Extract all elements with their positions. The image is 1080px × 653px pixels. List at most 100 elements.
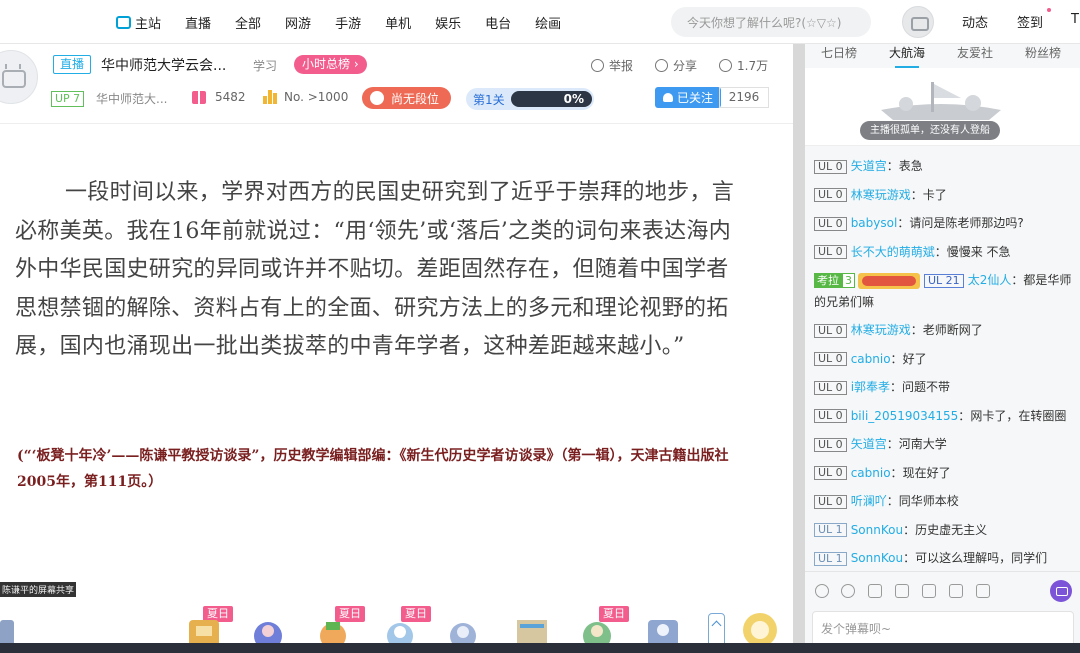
- screen-icon[interactable]: [922, 584, 936, 598]
- chat-username[interactable]: SonnKou: [851, 551, 903, 565]
- chat-colon: ：: [903, 551, 916, 565]
- chat-message: UL 0 i郭奉孝：问题不带: [805, 373, 1080, 402]
- edit-icon[interactable]: [949, 584, 963, 598]
- search-input[interactable]: 今天你想了解什么呢?(☆▽☆): [671, 7, 871, 37]
- user-level-badge: UL 0: [814, 409, 847, 423]
- chat-text: 问题不带: [902, 380, 951, 394]
- chat-colon: ：: [910, 187, 923, 202]
- user-level-badge: UL 0: [814, 323, 847, 338]
- rank-number: No. >1000: [284, 90, 349, 104]
- nav-item-all[interactable]: 全部: [235, 13, 261, 32]
- area-link[interactable]: 学习: [253, 57, 277, 74]
- chat-message: UL 0 林寒玩游戏：老师断网了: [805, 316, 1080, 345]
- level-progress[interactable]: 第1关 0%: [466, 88, 594, 110]
- resize-divider[interactable]: [793, 44, 805, 643]
- nav-item-single-player[interactable]: 单机: [385, 13, 411, 32]
- chat-colon: ：: [886, 437, 899, 451]
- ship-illustration: [881, 82, 1001, 120]
- settings-icon[interactable]: [868, 584, 882, 598]
- division-button[interactable]: 尚无段位: [362, 87, 451, 109]
- anchor-avatar[interactable]: [0, 50, 38, 104]
- palette-icon[interactable]: [841, 584, 855, 598]
- nav-item-mobile-games[interactable]: 手游: [335, 13, 361, 32]
- nav-item-home[interactable]: 主站: [116, 13, 161, 32]
- chat-username[interactable]: babysol: [851, 216, 898, 230]
- chat-message: UL 0 babysol：请问是陈老师那边吗?: [805, 209, 1080, 238]
- user-level-badge: UL 0: [814, 352, 847, 366]
- page-bottom-bar: [0, 643, 1080, 653]
- screen-share-tag: 陈谦平的屏幕共享: [0, 582, 77, 597]
- heart-icon: [662, 93, 673, 102]
- viewer-count: 1.7万: [719, 57, 768, 74]
- chat-username[interactable]: 林寒玩游戏: [851, 323, 911, 337]
- nav-item-live[interactable]: 直播: [185, 13, 211, 32]
- emoji-icon[interactable]: [815, 584, 829, 598]
- user-level-badge: UL 0: [814, 188, 847, 202]
- nav-item-online-games[interactable]: 网游: [285, 13, 311, 32]
- fan-medal[interactable]: 考拉: [814, 273, 842, 288]
- tab-fans[interactable]: 粉丝榜: [1009, 44, 1077, 68]
- nav-item-label: 主站: [135, 16, 162, 32]
- gift-count: 5482: [215, 90, 246, 104]
- gift-icon: [192, 90, 206, 104]
- chat-username[interactable]: bili_20519034155: [851, 409, 959, 423]
- chat-text: 历史虚无主义: [915, 522, 988, 537]
- level-percent: 0%: [563, 92, 584, 106]
- chat-message: UL 1 SonnKou：可以这么理解吗，同学们: [805, 544, 1080, 572]
- copy-icon[interactable]: [895, 584, 909, 598]
- tab-guild[interactable]: 友爱社: [941, 44, 1009, 68]
- report-button[interactable]: 举报: [591, 57, 633, 74]
- user-level-badge: UL 21: [924, 273, 964, 288]
- report-label: 举报: [609, 59, 634, 73]
- chat-username[interactable]: cabnio: [851, 352, 891, 366]
- title-badge-icon: [858, 272, 920, 289]
- user-level-badge: UL 0: [814, 216, 847, 231]
- chat-username[interactable]: SonnKou: [851, 523, 903, 537]
- chat-username[interactable]: 太2仙人: [968, 273, 1012, 287]
- chat-text: 网卡了，在转圈圈: [970, 408, 1067, 423]
- video-player[interactable]: 一段时间以来，学界对西方的民国史研究到了近乎于崇拜的地步，言必称美英。我在16年…: [0, 125, 793, 653]
- chat-message: UL 0 矢道宫：表急: [805, 152, 1080, 181]
- nav-item-radio[interactable]: 电台: [485, 13, 511, 32]
- nav-sign-in[interactable]: 签到: [1017, 12, 1043, 31]
- tab-weekly[interactable]: 七日榜: [805, 44, 873, 68]
- chat-username[interactable]: cabnio: [851, 466, 891, 480]
- nav-menu: 主站 直播 全部 网游 手游 单机 娱乐 电台 绘画: [116, 0, 585, 44]
- division-label: 尚无段位: [391, 91, 440, 106]
- rank-stat[interactable]: No. >1000: [263, 90, 348, 104]
- chat-bubble-icon[interactable]: [1050, 580, 1072, 602]
- user-avatar[interactable]: [902, 6, 934, 38]
- nav-more[interactable]: T: [1071, 12, 1079, 27]
- chat-colon: ：: [890, 351, 903, 366]
- nav-dynamics[interactable]: 动态: [962, 12, 988, 31]
- chat-username[interactable]: 矢道宫: [851, 159, 887, 173]
- up-name[interactable]: 华中师范大...: [96, 90, 167, 107]
- chat-username[interactable]: 林寒玩游戏: [851, 188, 911, 202]
- up-level-badge: UP 7: [51, 91, 85, 107]
- room-header: 直播 华中师范大学云会... 学习 小时总榜 › 举报 分享 1.7万 UP 7…: [0, 44, 793, 124]
- user-level-badge: UL 0: [814, 466, 847, 480]
- chat-username[interactable]: i郭奉孝: [851, 380, 890, 394]
- share-button[interactable]: 分享: [655, 57, 697, 74]
- viewer-count-value: 1.7万: [737, 59, 769, 73]
- user-level-badge: UL 0: [814, 245, 847, 259]
- nav-item-entertainment[interactable]: 娱乐: [435, 13, 461, 32]
- chat-message: 考拉 3 UL 21 太2仙人：都是华师的兄弟们嘛: [805, 266, 1080, 316]
- people-icon: [719, 59, 732, 72]
- nav-item-painting[interactable]: 绘画: [535, 13, 561, 32]
- chat-text: 请问是陈老师那边吗?: [909, 216, 1024, 230]
- tab-guard[interactable]: 大航海: [873, 44, 941, 68]
- chat-text: 卡了: [922, 187, 947, 202]
- guard-empty-state: 主播很孤单，还没有人登船: [805, 68, 1080, 146]
- chat-username[interactable]: 听澜吖: [851, 494, 887, 508]
- bar-chart-icon: [263, 90, 278, 104]
- follow-button[interactable]: 已关注: [655, 87, 721, 108]
- user-level-badge: UL 0: [814, 380, 847, 395]
- user-level-badge: UL 0: [814, 494, 847, 509]
- chat-colon: ：: [934, 244, 947, 259]
- chat-username[interactable]: 矢道宫: [851, 437, 887, 451]
- user-level-badge: UL 1: [814, 523, 847, 537]
- chat-link-icon[interactable]: [976, 584, 990, 598]
- hourly-rank-button[interactable]: 小时总榜 ›: [294, 55, 367, 74]
- chat-username[interactable]: 长不大的萌萌斌: [851, 245, 935, 259]
